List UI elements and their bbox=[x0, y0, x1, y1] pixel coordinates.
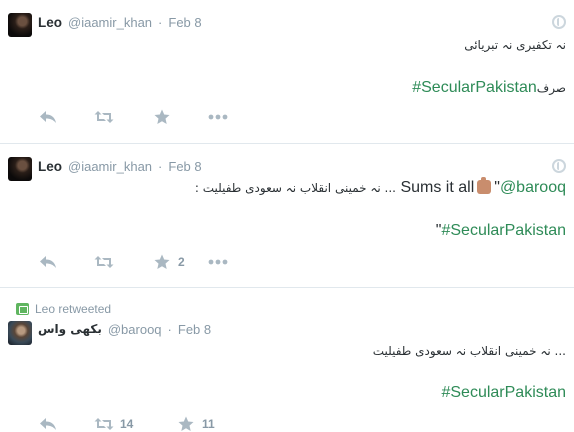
more-icon bbox=[208, 107, 228, 127]
tweet-text-line-2: #SecularPakistan bbox=[441, 384, 566, 402]
tweet-text-fragment: Sums it all bbox=[396, 179, 475, 196]
tweet-text-fragment: : نہ خمینی انقلاب نہ سعودی طفیلیت ... bbox=[194, 181, 396, 195]
favorite-count: 11 bbox=[202, 417, 215, 431]
favorite-button[interactable]: 11 bbox=[176, 414, 215, 432]
more-button[interactable] bbox=[208, 252, 228, 272]
author-handle[interactable]: @barooq bbox=[108, 322, 162, 337]
reply-icon bbox=[38, 107, 58, 127]
reply-button[interactable] bbox=[38, 107, 94, 127]
tweet-text: نہ تکفیری نہ تبریائی bbox=[464, 38, 566, 52]
avatar[interactable] bbox=[8, 13, 32, 37]
favorite-button[interactable] bbox=[152, 107, 208, 127]
tweet[interactable]: Leo @iaamir_khan · Feb 8 نہ تکفیری نہ تب… bbox=[0, 0, 574, 143]
tweet-text: نہ خمینی انقلاب نہ سعودی طفیلیت ... bbox=[372, 344, 566, 358]
separator-dot: · bbox=[167, 321, 172, 337]
author-name[interactable]: بکھی واس bbox=[38, 322, 102, 336]
author-name[interactable]: Leo bbox=[38, 15, 62, 30]
retweet-icon bbox=[94, 107, 114, 127]
tweet-actions bbox=[38, 107, 228, 127]
retweet-button[interactable] bbox=[94, 252, 152, 272]
hashtag-link[interactable]: #SecularPakistan bbox=[441, 384, 566, 401]
timestamp[interactable]: Feb 8 bbox=[178, 322, 211, 337]
retweet-button[interactable] bbox=[94, 107, 152, 127]
favorite-button[interactable]: 2 bbox=[152, 252, 208, 272]
timestamp[interactable]: Feb 8 bbox=[168, 15, 201, 30]
separator-dot: · bbox=[158, 14, 163, 30]
star-icon bbox=[152, 252, 172, 272]
mention-link[interactable]: @barooq bbox=[500, 179, 566, 196]
retweet-context: Leo retweeted bbox=[16, 302, 111, 316]
hashtag-link[interactable]: #SecularPakistan bbox=[441, 222, 566, 239]
thumbs-up-emoji-icon bbox=[477, 177, 492, 194]
star-icon bbox=[152, 107, 172, 127]
more-button[interactable] bbox=[208, 107, 228, 127]
tweet-text: : نہ خمینی انقلاب نہ سعودی طفیلیت ... Su… bbox=[194, 177, 566, 197]
tweet-header: Leo @iaamir_khan · Feb 8 bbox=[38, 157, 202, 175]
retweet-count: 14 bbox=[120, 417, 134, 431]
timestamp[interactable]: Feb 8 bbox=[168, 159, 201, 174]
tweet-header: بکھی واس @barooq · Feb 8 bbox=[38, 320, 211, 338]
tweet-header: Leo @iaamir_khan · Feb 8 bbox=[38, 13, 202, 31]
hashtag-link[interactable]: #SecularPakistan bbox=[412, 79, 537, 96]
globe-icon bbox=[552, 159, 566, 173]
author-handle[interactable]: @iaamir_khan bbox=[68, 159, 152, 174]
reply-button[interactable] bbox=[38, 414, 94, 432]
more-icon bbox=[208, 252, 228, 272]
reply-icon bbox=[38, 252, 58, 272]
tweet[interactable]: Leo retweeted بکھی واس @barooq · Feb 8 ن… bbox=[0, 288, 574, 432]
author-handle[interactable]: @iaamir_khan bbox=[68, 15, 152, 30]
retweet-icon bbox=[94, 414, 114, 432]
avatar[interactable] bbox=[8, 157, 32, 181]
tweet-actions: 2 bbox=[38, 252, 228, 272]
tweet-text-line-2: "#SecularPakistan bbox=[436, 222, 566, 240]
tweet[interactable]: Leo @iaamir_khan · Feb 8 : نہ خمینی انقل… bbox=[0, 144, 574, 287]
favorite-count: 2 bbox=[178, 255, 185, 269]
tweet-text-fragment: صرف bbox=[536, 81, 566, 95]
tweet-actions: 14 11 bbox=[38, 414, 215, 432]
globe-icon bbox=[552, 15, 566, 29]
separator-dot: · bbox=[158, 158, 163, 174]
author-name[interactable]: Leo bbox=[38, 159, 62, 174]
reply-icon bbox=[38, 414, 58, 432]
avatar[interactable] bbox=[8, 321, 32, 345]
retweet-button[interactable]: 14 bbox=[94, 414, 176, 432]
retweet-badge-icon bbox=[16, 303, 29, 315]
star-icon bbox=[176, 414, 196, 432]
reply-button[interactable] bbox=[38, 252, 94, 272]
tweet-text-line-2: #SecularPakistanصرف bbox=[412, 79, 566, 97]
retweet-icon bbox=[94, 252, 114, 272]
retweeted-by-label[interactable]: Leo retweeted bbox=[35, 302, 111, 316]
